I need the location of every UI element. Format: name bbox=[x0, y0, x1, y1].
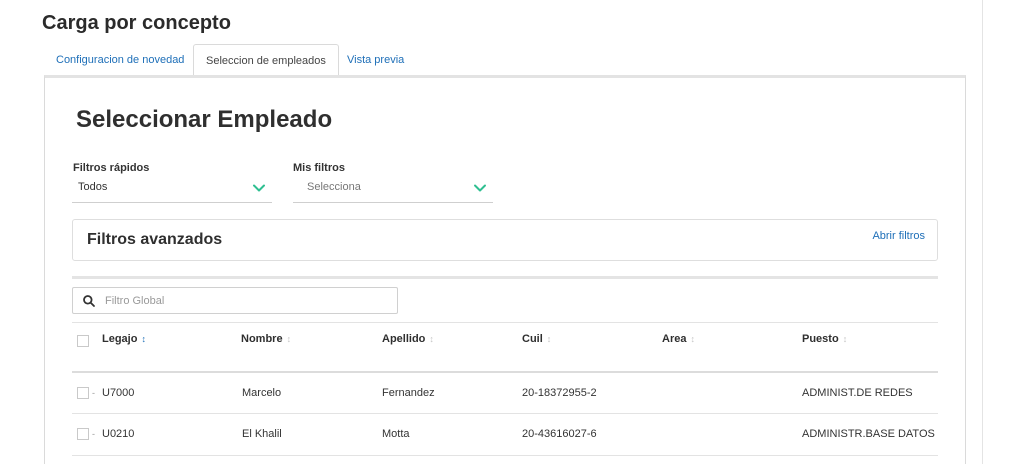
global-search bbox=[72, 287, 398, 314]
column-header-label: Legajo bbox=[102, 333, 138, 345]
cell-cuil: 20-18372955-2 bbox=[522, 387, 597, 399]
open-filters-link[interactable]: Abrir filtros bbox=[872, 230, 925, 242]
row-checkbox[interactable] bbox=[77, 428, 89, 440]
cell-legajo: U0210 bbox=[102, 428, 135, 440]
table-header-top-border bbox=[72, 322, 938, 323]
column-header-apellido[interactable]: Apellido ↕ bbox=[382, 333, 434, 345]
column-header-label: Puesto bbox=[802, 333, 839, 345]
cell-apellido: Fernandez bbox=[382, 387, 435, 399]
page-title: Carga por concepto bbox=[42, 12, 231, 34]
column-header-label: Area bbox=[662, 333, 687, 345]
my-filters-placeholder: Selecciona bbox=[307, 181, 361, 193]
section-title: Seleccionar Empleado bbox=[76, 106, 333, 133]
tab-seleccion-empleados[interactable]: Seleccion de empleados bbox=[193, 44, 339, 77]
column-header-puesto[interactable]: Puesto ↕ bbox=[802, 333, 847, 345]
cell-apellido: Motta bbox=[382, 428, 410, 440]
row-divider bbox=[72, 455, 938, 456]
cell-nombre: Marcelo bbox=[242, 387, 282, 399]
quick-filter-label: Filtros rápidos bbox=[73, 162, 150, 174]
select-all-checkbox[interactable] bbox=[77, 335, 89, 347]
quick-filter-value: Todos bbox=[78, 181, 108, 193]
column-header-nombre[interactable]: Nombre ↕ bbox=[241, 333, 291, 345]
search-icon bbox=[83, 295, 95, 307]
advanced-filters-title: Filtros avanzados bbox=[87, 231, 223, 248]
cell-legajo: U7000 bbox=[102, 387, 135, 399]
column-header-cuil[interactable]: Cuil ↕ bbox=[522, 333, 551, 345]
my-filters-select[interactable]: Selecciona bbox=[293, 175, 493, 203]
cell-puesto: ADMINISTR.BASE DATOS bbox=[802, 428, 935, 440]
cell-cuil: 20-43616027-6 bbox=[522, 428, 597, 440]
tab-vista-previa[interactable]: Vista previa bbox=[335, 44, 416, 76]
column-header-area[interactable]: Area ↕ bbox=[662, 333, 695, 345]
right-divider bbox=[982, 0, 983, 464]
advanced-filters-box: Filtros avanzados Abrir filtros bbox=[72, 219, 938, 261]
tab-configuracion-novedad[interactable]: Configuracion de novedad bbox=[44, 44, 196, 76]
sort-icon: ↕ bbox=[429, 334, 434, 344]
row-expand-icon: - bbox=[92, 429, 95, 439]
sort-icon: ↕ bbox=[286, 334, 292, 344]
my-filters-label: Mis filtros bbox=[293, 162, 345, 174]
chevron-down-icon bbox=[474, 184, 486, 192]
chevron-down-icon bbox=[253, 184, 265, 192]
tab-bar: Configuracion de novedad Seleccion de em… bbox=[44, 44, 966, 77]
global-search-input[interactable] bbox=[105, 292, 385, 310]
table-header-bottom-border bbox=[72, 371, 938, 373]
row-checkbox[interactable] bbox=[77, 387, 89, 399]
column-header-label: Nombre bbox=[241, 333, 283, 345]
sort-icon: ↕ bbox=[842, 334, 848, 344]
column-header-label: Apellido bbox=[382, 333, 426, 345]
cell-puesto: ADMINIST.DE REDES bbox=[802, 387, 913, 399]
section-divider bbox=[72, 276, 938, 279]
column-header-legajo[interactable]: Legajo ↕ bbox=[102, 333, 146, 345]
cell-nombre: El Khalil bbox=[242, 428, 282, 440]
sort-icon: ↕ bbox=[546, 334, 552, 344]
column-header-label: Cuil bbox=[522, 333, 543, 345]
row-divider bbox=[72, 413, 938, 414]
sort-icon: ↕ bbox=[141, 334, 146, 344]
row-expand-icon: - bbox=[92, 388, 95, 398]
sort-icon: ↕ bbox=[690, 334, 695, 344]
quick-filter-select[interactable]: Todos bbox=[72, 175, 272, 203]
